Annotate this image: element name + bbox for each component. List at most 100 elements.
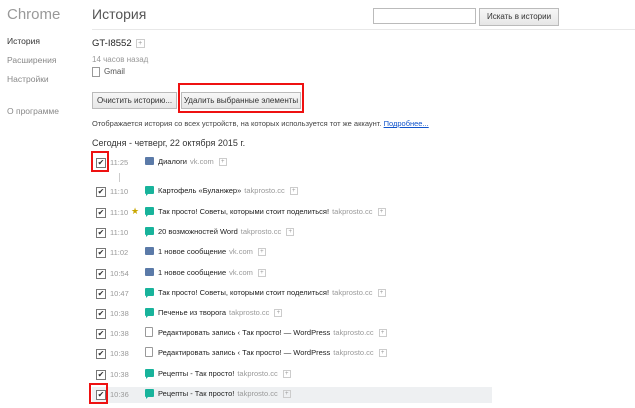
- select-checkbox[interactable]: ✔: [96, 329, 106, 339]
- select-checkbox[interactable]: ✔: [96, 309, 106, 319]
- entry-title: Так просто! Советы, которыми стоит подел…: [158, 288, 330, 297]
- entry-title: Рецепты - Так просто!: [158, 369, 235, 378]
- takprosto-favicon-icon: [145, 186, 154, 196]
- select-checkbox[interactable]: ✔: [96, 228, 106, 238]
- device-entry: GT-I8552 +: [92, 38, 145, 49]
- history-entry-link[interactable]: Так просто! Советы, которыми стоит подел…: [158, 288, 386, 298]
- history-entry-link[interactable]: Печенье из творога takprosto.cc +: [158, 308, 283, 318]
- history-entry-link[interactable]: Редактировать запись ‹ Так просто! — Wor…: [158, 328, 387, 338]
- history-entry-link[interactable]: Рецепты - Так просто! takprosto.cc +: [158, 369, 291, 379]
- history-entry-link[interactable]: 1 новое сообщение vk.com +: [158, 268, 266, 278]
- search-input[interactable]: [373, 8, 476, 24]
- device-last-seen: 14 часов назад: [92, 55, 149, 64]
- more-from-site-button[interactable]: +: [282, 370, 291, 379]
- entry-title: 1 новое сообщение: [158, 247, 227, 256]
- history-entry-link[interactable]: Диалоги vk.com +: [158, 157, 227, 167]
- visit-time: 11:10: [110, 208, 129, 217]
- history-row[interactable]: ✔ 10:38 Печенье из творога takprosto.cc +: [92, 306, 492, 322]
- entry-title: Редактировать запись ‹ Так просто! — Wor…: [158, 348, 331, 357]
- history-row[interactable]: ✔ 11:10 Картофель «Буланжер» takprosto.cc +: [92, 184, 492, 200]
- device-name: GT-I8552: [92, 38, 132, 49]
- history-row[interactable]: ✔ 10:38 Редактировать запись ‹ Так просто!…: [92, 326, 492, 342]
- visit-time: 11:10: [110, 228, 129, 237]
- more-from-site-button[interactable]: +: [378, 349, 387, 358]
- sync-info: Отображается история со всех устройств, …: [92, 119, 429, 128]
- select-checkbox[interactable]: ✔: [96, 187, 106, 197]
- device-tab-item[interactable]: Gmail: [92, 67, 125, 77]
- sidebar-item-history[interactable]: История: [7, 36, 59, 46]
- vk-favicon-icon: [145, 247, 154, 255]
- sync-info-text: Отображается история со всех устройств, …: [92, 119, 384, 128]
- history-row[interactable]: ✔ 10:36 Рецепты - Так просто! takprosto.cc +: [92, 387, 492, 403]
- takprosto-favicon-icon: [145, 207, 154, 217]
- history-row[interactable]: ✔ 10:38 Рецепты - Так просто! takprosto.cc +: [92, 367, 492, 383]
- page-icon: [145, 327, 153, 337]
- history-row[interactable]: ✔ 11:10 20 возможностей Word takprosto.cc +: [92, 225, 492, 241]
- bookmark-star-icon[interactable]: ★: [131, 206, 139, 217]
- visit-time: 10:38: [110, 329, 129, 338]
- more-from-site-button[interactable]: +: [257, 269, 266, 278]
- history-entry-link[interactable]: Редактировать запись ‹ Так просто! — Wor…: [158, 348, 387, 358]
- more-from-site-button[interactable]: +: [274, 309, 283, 318]
- entry-domain: takprosto.cc: [333, 328, 374, 337]
- select-checkbox[interactable]: ✔: [96, 269, 106, 279]
- history-row[interactable]: ✔ 11:02 1 новое сообщение vk.com +: [92, 245, 492, 261]
- entry-domain: vk.com: [190, 157, 214, 166]
- visit-time: 10:38: [110, 349, 129, 358]
- more-from-site-button[interactable]: +: [289, 187, 298, 196]
- history-entry-link[interactable]: Рецепты - Так просто! takprosto.cc +: [158, 389, 291, 399]
- chrome-brand: Chrome: [7, 6, 61, 23]
- select-checkbox[interactable]: ✔: [96, 349, 106, 359]
- entry-domain: takprosto.cc: [237, 389, 278, 398]
- date-header: Сегодня - четверг, 22 октября 2015 г.: [92, 138, 246, 148]
- clear-history-button[interactable]: Очистить историю...: [92, 92, 177, 109]
- takprosto-favicon-icon: [145, 389, 154, 399]
- sidebar-item-settings[interactable]: Настройки: [7, 74, 59, 84]
- more-from-site-button[interactable]: +: [257, 248, 266, 257]
- select-checkbox[interactable]: ✔: [96, 370, 106, 380]
- device-expand-button[interactable]: +: [135, 38, 145, 48]
- entry-domain: takprosto.cc: [244, 186, 285, 195]
- history-row[interactable]: ✔ 10:54 1 новое сообщение vk.com +: [92, 266, 492, 282]
- visit-time: 11:02: [110, 248, 129, 257]
- sidebar-item-about[interactable]: О программе: [7, 106, 59, 116]
- history-row[interactable]: ✔ 11:25 Диалоги vk.com +: [92, 155, 492, 171]
- history-entry-link[interactable]: Картофель «Буланжер» takprosto.cc +: [158, 186, 298, 196]
- more-link[interactable]: Подробнее...: [384, 119, 429, 128]
- highlight-frame: [89, 383, 108, 404]
- search-button[interactable]: Искать в истории: [479, 8, 559, 26]
- history-entry-link[interactable]: Так просто! Советы, которыми стоит подел…: [158, 207, 386, 217]
- more-from-site-button[interactable]: +: [218, 158, 227, 167]
- entry-domain: takprosto.cc: [332, 207, 373, 216]
- visit-time: 11:10: [110, 187, 129, 196]
- history-entry-link[interactable]: 20 возможностей Word takprosto.cc +: [158, 227, 295, 237]
- entry-title: Диалоги: [158, 157, 187, 166]
- takprosto-favicon-icon: [145, 369, 154, 379]
- history-entry-link[interactable]: 1 новое сообщение vk.com +: [158, 247, 266, 257]
- visit-time: 10:38: [110, 370, 129, 379]
- takprosto-favicon-icon: [145, 288, 154, 298]
- more-from-site-button[interactable]: +: [282, 390, 291, 399]
- entry-title: Печенье из творога: [158, 308, 226, 317]
- history-row[interactable]: ✔ 10:47 Так просто! Советы, которыми стоит…: [92, 286, 492, 302]
- history-row[interactable]: ✔ 11:10 ★ Так просто! Советы, которыми стои…: [92, 205, 492, 221]
- select-checkbox[interactable]: ✔: [96, 208, 106, 218]
- sidebar-item-extensions[interactable]: Расширения: [7, 55, 59, 65]
- takprosto-favicon-icon: [145, 308, 154, 318]
- select-checkbox[interactable]: ✔: [96, 289, 106, 299]
- history-row[interactable]: ✔ 10:38 Редактировать запись ‹ Так просто!…: [92, 346, 492, 362]
- highlight-frame: [178, 83, 304, 113]
- vk-favicon-icon: [145, 268, 154, 276]
- more-from-site-button[interactable]: +: [377, 208, 386, 217]
- more-from-site-button[interactable]: +: [377, 289, 386, 298]
- entry-domain: vk.com: [229, 247, 253, 256]
- visit-time: 10:38: [110, 309, 129, 318]
- timeline-connector: [119, 173, 120, 182]
- visit-time: 10:47: [110, 289, 129, 298]
- more-from-site-button[interactable]: +: [286, 228, 295, 237]
- entry-domain: takprosto.cc: [332, 288, 373, 297]
- entry-title: Редактировать запись ‹ Так просто! — Wor…: [158, 328, 331, 337]
- visit-time: 11:25: [110, 158, 129, 167]
- select-checkbox[interactable]: ✔: [96, 248, 106, 258]
- more-from-site-button[interactable]: +: [378, 329, 387, 338]
